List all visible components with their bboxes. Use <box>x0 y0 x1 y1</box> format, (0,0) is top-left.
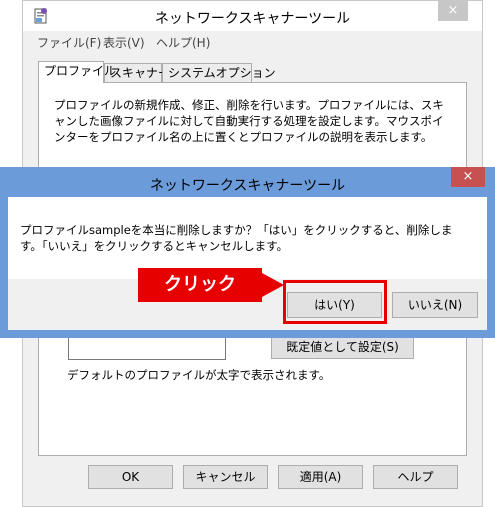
menu-help[interactable]: ヘルプ(H) <box>156 34 210 51</box>
apply-button[interactable]: 適用(A) <box>278 465 363 489</box>
set-default-button[interactable]: 既定値として設定(S) <box>271 335 414 359</box>
main-title-bar: ネットワークスキャナーツール × <box>23 1 482 31</box>
main-close-button[interactable]: × <box>438 1 468 21</box>
help-button[interactable]: ヘルプ <box>373 465 458 489</box>
cancel-button[interactable]: キャンセル <box>183 465 268 489</box>
ok-button[interactable]: OK <box>88 465 173 489</box>
click-callout: クリック <box>138 268 262 302</box>
dialog-close-button[interactable]: × <box>451 167 485 187</box>
callout-arrow-icon <box>262 273 284 297</box>
menu-view[interactable]: 表示(V) <box>103 34 145 51</box>
dialog-title: ネットワークスキャナーツール <box>149 178 346 194</box>
no-button[interactable]: いいえ(N) <box>392 292 478 318</box>
tab-profile[interactable]: プロファイル <box>38 61 116 83</box>
tab-system-options[interactable]: システムオプション <box>162 63 276 82</box>
yes-highlight-box <box>283 280 387 324</box>
main-window-title: ネットワークスキャナーツール <box>154 11 351 27</box>
confirm-dialog: ネットワークスキャナーツール × プロファイルsampleを本当に削除しますか？… <box>0 167 495 338</box>
menu-file[interactable]: ファイル(F) <box>37 34 101 51</box>
menu-bar: ファイル(F) 表示(V) ヘルプ(H) <box>23 31 482 51</box>
panel-description: プロファイルの新規作成、修正、削除を行います。プロファイルには、スキャンした画像… <box>54 98 444 144</box>
dialog-message: プロファイルsampleを本当に削除しますか？「はい」をクリックすると、削除しま… <box>20 223 453 253</box>
panel-note: デフォルトのプロファイルが太字で表示されます。 <box>67 368 331 382</box>
